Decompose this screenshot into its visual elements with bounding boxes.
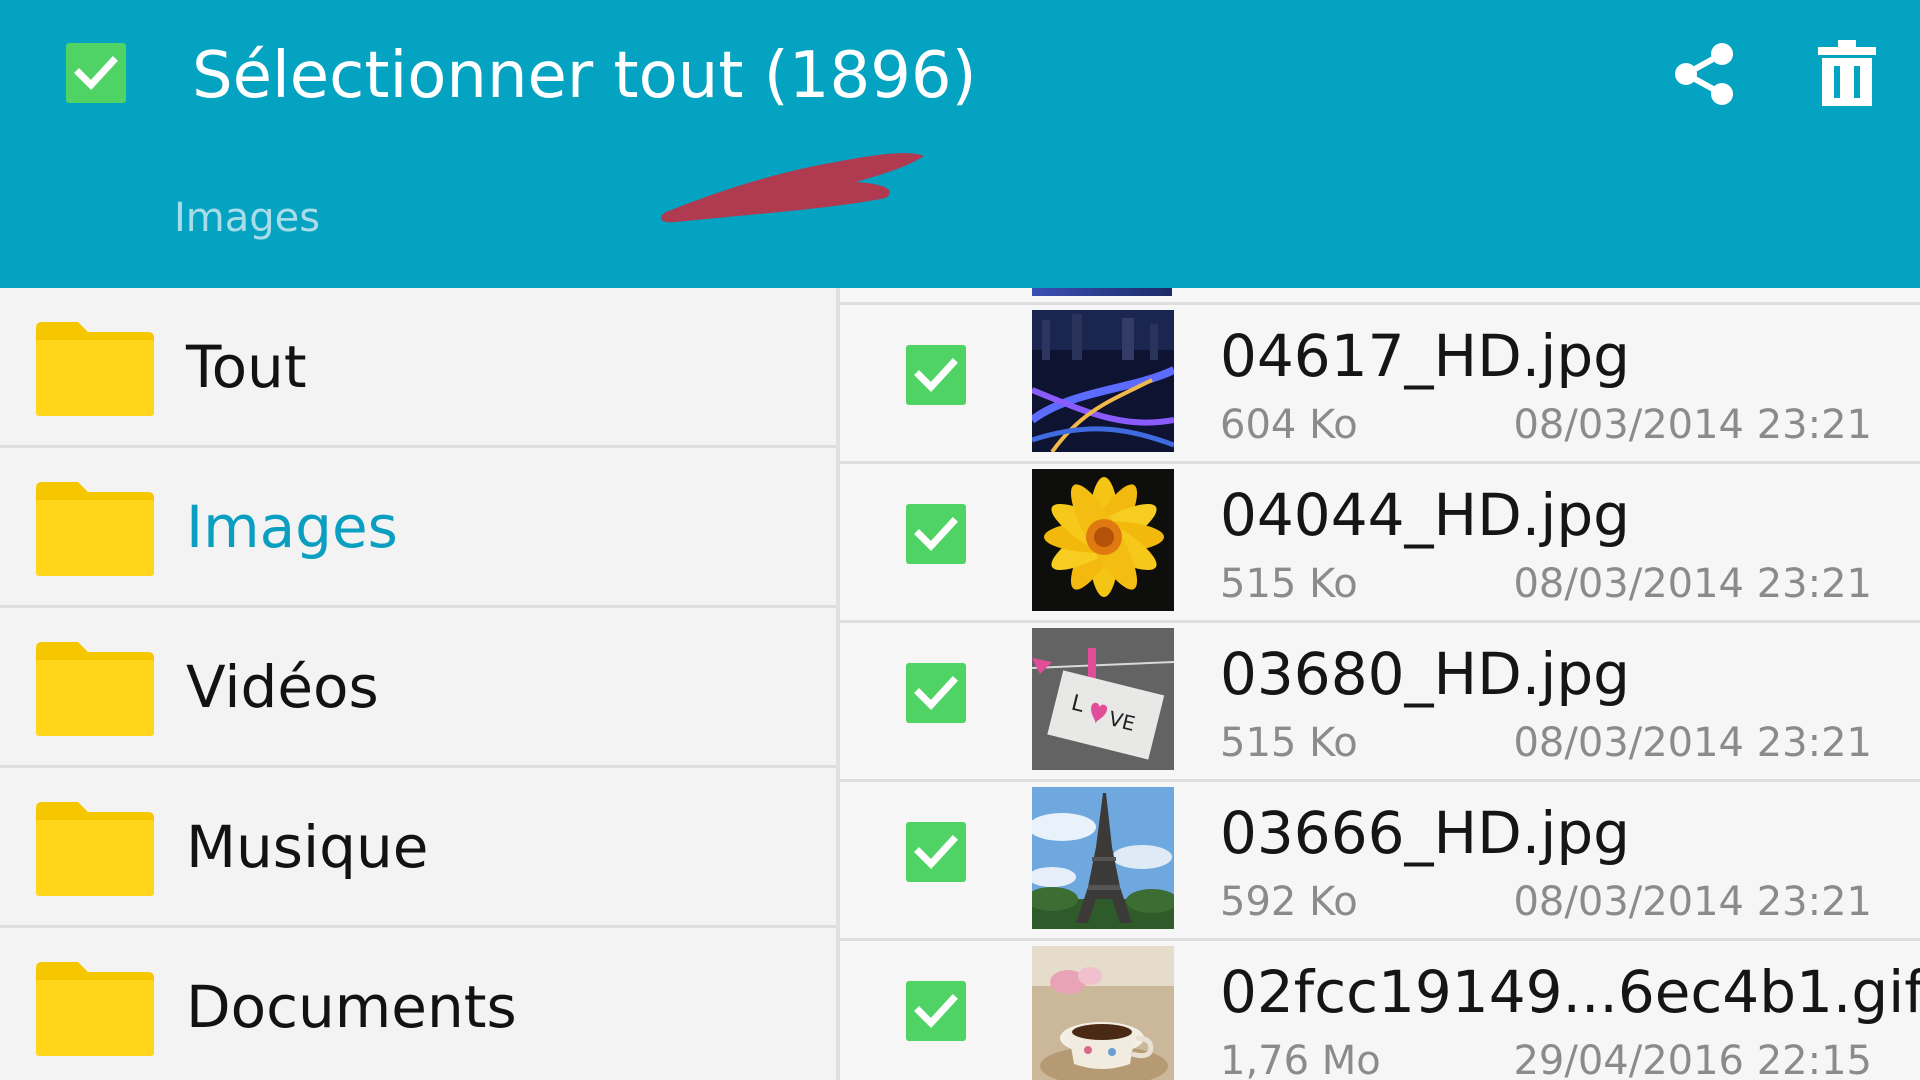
file-name: 02fcc19149...6ec4b1.gif [1220, 958, 1920, 1026]
breadcrumb[interactable]: Images [174, 194, 320, 242]
share-icon [1675, 43, 1733, 105]
file-size: 515 Ko [1220, 720, 1358, 766]
file-date: 08/03/2014 23:21 [1513, 402, 1872, 448]
file-size: 604 Ko [1220, 402, 1358, 448]
check-icon [914, 676, 958, 711]
folder-icon [36, 802, 154, 896]
thumbnail-image [1032, 310, 1174, 452]
category-label: Images [186, 493, 398, 561]
file-date: 08/03/2014 23:21 [1513, 561, 1872, 607]
folder-icon [36, 482, 154, 576]
file-checkbox[interactable] [906, 345, 966, 405]
file-date: 08/03/2014 23:21 [1513, 720, 1872, 766]
thumbnail-image [1032, 787, 1174, 929]
file-size: 515 Ko [1220, 561, 1358, 607]
category-item-images[interactable]: Images [0, 448, 836, 608]
file-row[interactable]: 04617_HD.jpg 604 Ko 08/03/2014 23:21 [840, 305, 1920, 464]
delete-button[interactable] [1816, 38, 1878, 108]
thumbnail-image [1032, 469, 1174, 611]
category-item-videos[interactable]: Vidéos [0, 608, 836, 768]
thumbnail-image: L VE [1032, 628, 1174, 770]
check-icon [74, 56, 118, 91]
file-checkbox[interactable] [906, 663, 966, 723]
check-icon [914, 835, 958, 870]
category-item-documents[interactable]: Documents [0, 928, 836, 1080]
category-label: Tout [186, 333, 307, 401]
file-size: 1,76 Mo [1220, 1038, 1381, 1080]
app-header: Sélectionner tout (1896) Images [0, 0, 1920, 288]
file-row[interactable]: 03666_HD.jpg 592 Ko 08/03/2014 23:21 [840, 782, 1920, 941]
category-panel: Tout Images Vidéos Musique Documents [0, 288, 838, 1080]
file-checkbox[interactable] [906, 822, 966, 882]
redaction-mark [660, 153, 924, 223]
file-name: 03666_HD.jpg [1220, 799, 1630, 867]
file-checkbox[interactable] [906, 981, 966, 1041]
file-row[interactable]: 04044_HD.jpg 515 Ko 08/03/2014 23:21 [840, 464, 1920, 623]
folder-icon [36, 962, 154, 1056]
file-list[interactable]: 04617_HD.jpg 604 Ko 08/03/2014 23:21 040… [840, 288, 1920, 1080]
trash-icon [1818, 40, 1876, 106]
category-label: Documents [186, 973, 517, 1041]
file-date: 29/04/2016 22:15 [1513, 1038, 1872, 1080]
file-name: 04044_HD.jpg [1220, 481, 1630, 549]
file-size: 592 Ko [1220, 879, 1358, 925]
file-name: 03680_HD.jpg [1220, 640, 1630, 708]
folder-icon [36, 322, 154, 416]
category-item-musique[interactable]: Musique [0, 768, 836, 928]
file-checkbox[interactable] [906, 504, 966, 564]
check-icon [914, 358, 958, 393]
category-label: Musique [186, 813, 429, 881]
file-name: 04617_HD.jpg [1220, 322, 1630, 390]
file-date: 08/03/2014 23:21 [1513, 879, 1872, 925]
thumbnail-image [1032, 946, 1174, 1080]
check-icon [914, 994, 958, 1029]
category-label: Vidéos [186, 653, 379, 721]
page-title: Sélectionner tout (1896) [192, 39, 977, 113]
category-item-tout[interactable]: Tout [0, 288, 836, 448]
share-button[interactable] [1672, 40, 1736, 108]
check-icon [914, 517, 958, 552]
partial-thumbnail [1032, 288, 1172, 296]
folder-icon [36, 642, 154, 736]
select-all-checkbox[interactable] [66, 43, 126, 103]
file-row[interactable]: 02fcc19149...6ec4b1.gif 1,76 Mo 29/04/20… [840, 941, 1920, 1080]
file-row[interactable]: L VE 03680_HD.jpg 515 Ko 08/03/2014 23:2… [840, 623, 1920, 782]
